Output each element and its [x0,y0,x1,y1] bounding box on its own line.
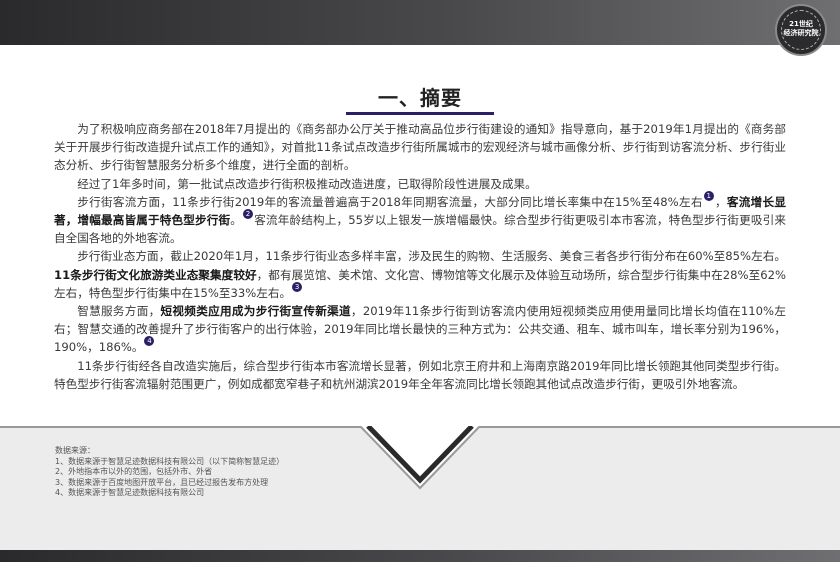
summary-paragraph-2: 经过了1年多时间，第一批试点改造步行街积极推动改造进度，已取得阶段性进展及成果。 [77,176,537,191]
highlight-text: 11条步行街文化旅游类业态聚集度较好 [54,267,257,282]
summary-paragraph-5: 智慧服务方面，短视频类应用成为步行街宣传新渠道，2019年11条步行街到访客流内… [54,302,786,357]
page-title: 一、摘要 [378,86,462,110]
summary-paragraph-3: 步行街客流方面，11条步行街2019年的客流量普遍高于2018年同期客流量，大部… [54,190,786,248]
title-underline [346,112,494,115]
data-sources: 数据来源： 1、数据来源于智慧足迹数据科技有限公司（以下简称智慧足迹） 2、外地… [55,446,555,499]
paragraph-text: 。 [230,213,243,228]
paragraph-text: 步行街业态方面，截止2020年1月，11条步行街业态多样丰富，涉及民生的购物、生… [77,249,786,264]
logo-ring [781,10,821,50]
paragraph-text: 步行街客流方面，11条步行街2019年的客流量普遍高于2018年同期客流量，大部… [77,194,703,209]
footnote-marker: 1 [703,190,714,201]
sources-heading: 数据来源： [55,446,95,455]
paragraph-text: 智慧服务方面， [77,304,161,319]
footnote-marker: 3 [292,281,303,292]
summary-paragraph-1: 为了积极响应商务部在2018年7月提出的《商务部办公厅关于推动高品位步行街建设的… [54,122,786,173]
header-bar [0,0,840,45]
source-item: 2、外地指本市以外的范围，包括外市、外省 [55,467,213,477]
summary-paragraph-6: 11条步行街经各自改造实施后，综合型步行街本市客流增长显著，例如北京王府井和上海… [54,358,786,391]
paragraph-text: ， [714,194,727,209]
summary-body: 为了积极响应商务部在2018年7月提出的《商务部办公厅关于推动高品位步行街建设的… [54,120,786,393]
footnote-marker: 2 [243,209,254,220]
summary-paragraph-4: 步行街业态方面，截止2020年1月，11条步行街业态多样丰富，涉及民生的购物、生… [54,247,786,302]
source-item: 1、数据来源于智慧足迹数据科技有限公司（以下简称智慧足迹） [55,456,285,466]
footnote-marker: 4 [144,336,155,347]
footer-bar [0,550,840,562]
highlight-text: 短视频类应用成为步行街宣传新渠道 [160,304,351,319]
source-item: 3、数据来源于百度地图开放平台，且已经过报告发布方处理 [55,477,269,487]
source-item: 4、数据来源于智慧足迹数据科技有限公司 [55,488,205,498]
publisher-logo: 21世纪 经济研究院 [775,4,827,56]
